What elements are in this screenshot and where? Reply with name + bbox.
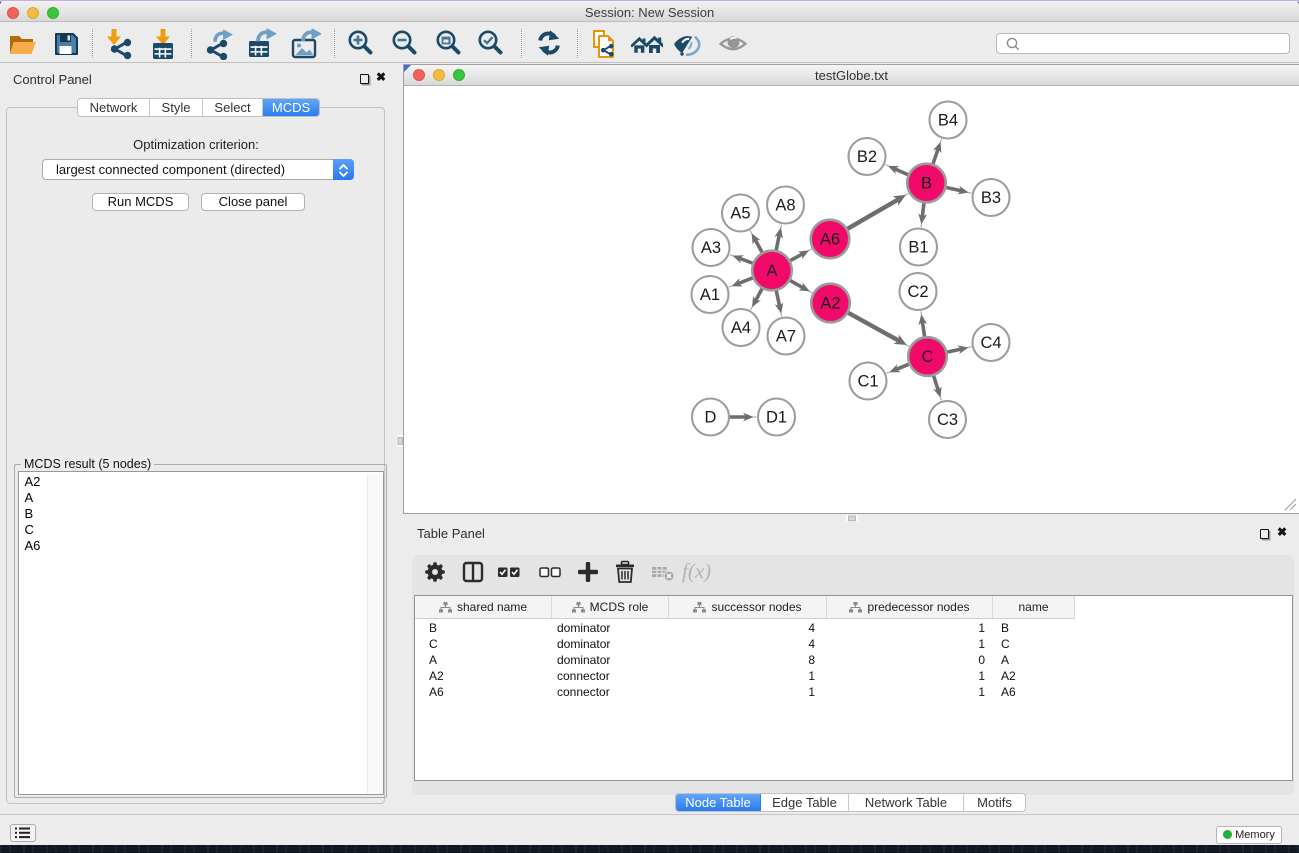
svg-text:C3: C3 — [937, 411, 958, 429]
svg-text:B3: B3 — [981, 189, 1001, 207]
svg-text:A5: A5 — [730, 205, 750, 223]
svg-text:C2: C2 — [907, 283, 928, 301]
svg-text:B2: B2 — [857, 148, 877, 166]
svg-text:B4: B4 — [938, 112, 958, 130]
svg-text:A3: A3 — [701, 239, 721, 257]
svg-text:C1: C1 — [857, 373, 878, 391]
svg-text:A8: A8 — [775, 197, 795, 215]
svg-text:A2: A2 — [820, 295, 840, 313]
svg-text:C: C — [922, 348, 934, 366]
svg-text:D1: D1 — [766, 409, 787, 427]
svg-text:A7: A7 — [776, 328, 796, 346]
svg-text:D: D — [705, 409, 717, 427]
svg-text:A: A — [766, 262, 777, 280]
svg-text:B1: B1 — [908, 239, 928, 257]
svg-text:A4: A4 — [731, 319, 751, 337]
svg-text:f(x): f(x) — [682, 559, 711, 583]
svg-text:A6: A6 — [820, 231, 840, 249]
svg-text:B: B — [921, 175, 932, 193]
svg-text:A1: A1 — [700, 286, 720, 304]
svg-text:C4: C4 — [980, 334, 1001, 352]
